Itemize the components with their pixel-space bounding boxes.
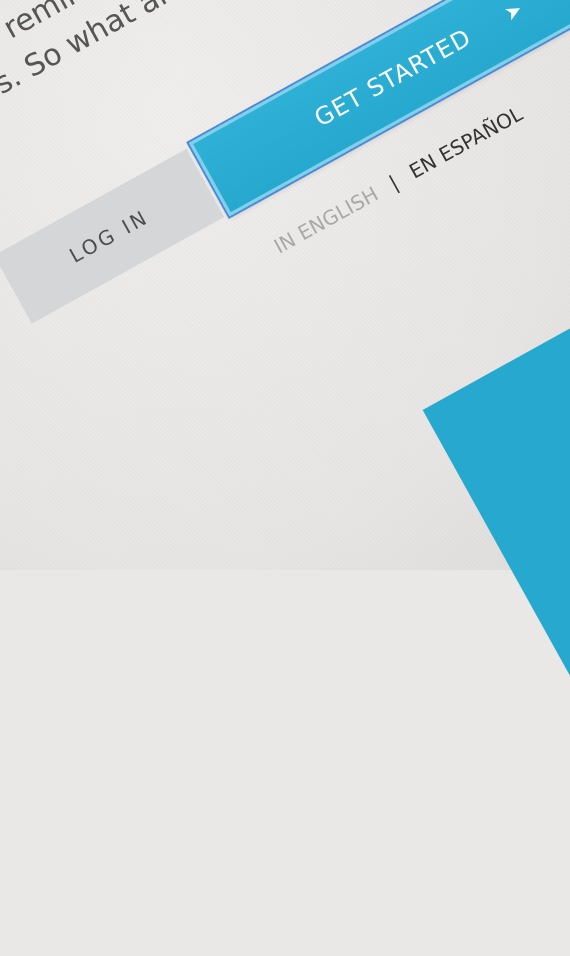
login-button-label: LOG IN (65, 204, 153, 268)
english-link[interactable]: IN ENGLISH (270, 182, 382, 259)
get-started-label: GET STARTED (309, 23, 477, 133)
teal-panel (422, 70, 570, 760)
language-separator: | (384, 170, 403, 195)
spanish-link[interactable]: EN ESPAÑOL (405, 102, 526, 184)
login-button[interactable]: LOG IN (0, 148, 225, 324)
page-content: g t and email reminders s elections. So … (0, 0, 570, 927)
chevron-right-icon: ➤ (500, 0, 528, 26)
